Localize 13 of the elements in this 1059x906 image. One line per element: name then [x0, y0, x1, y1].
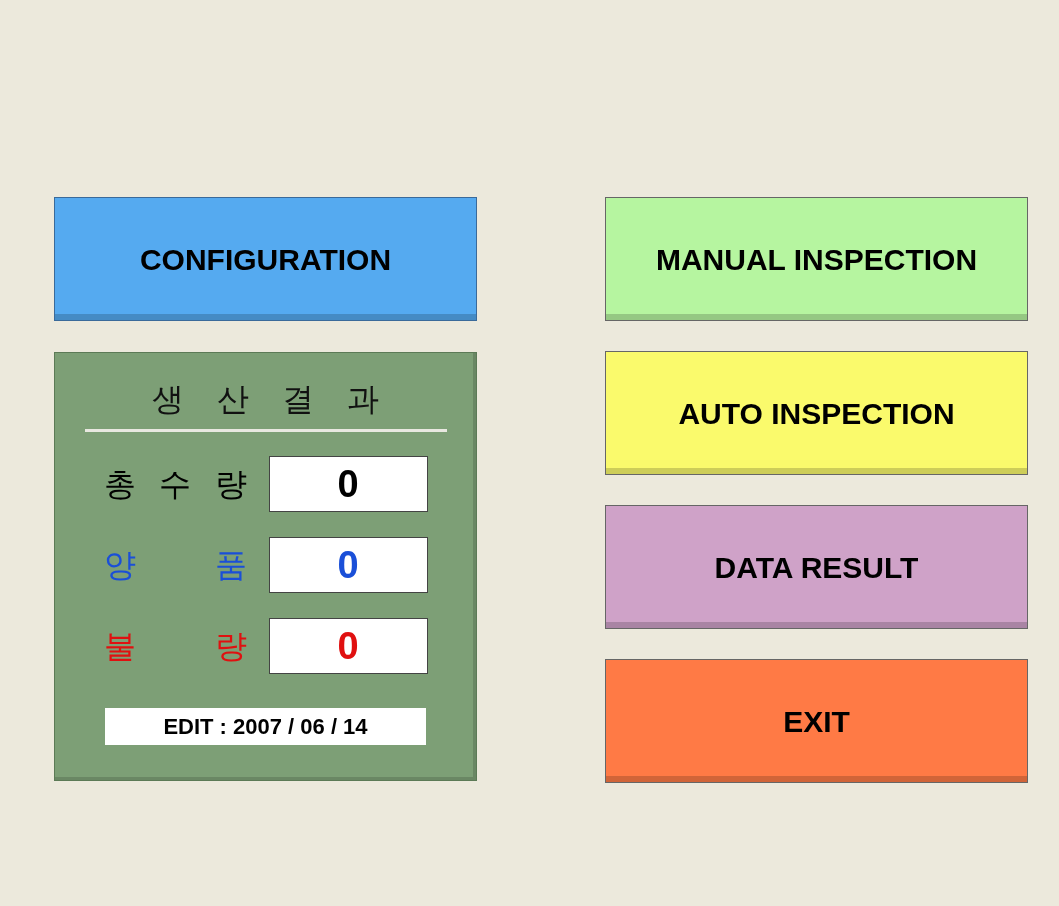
menu-button[interactable]: EXIT: [605, 659, 1028, 783]
counter-value: 0: [268, 456, 428, 512]
menu-button[interactable]: DATA RESULT: [605, 505, 1028, 629]
counter-value: 0: [268, 537, 428, 593]
edit-date: EDIT : 2007 / 06 / 14: [105, 708, 426, 745]
counter-label: 총 수 량: [103, 465, 247, 504]
counter-value: 0: [268, 618, 428, 674]
configuration-button[interactable]: CONFIGURATION: [54, 197, 477, 321]
counter-label: 양 품: [103, 546, 247, 585]
menu-button[interactable]: AUTO INSPECTION: [605, 351, 1028, 475]
menu-button[interactable]: MANUAL INSPECTION: [605, 197, 1028, 321]
panel-title: 생 산 결 과: [151, 380, 391, 419]
counter-label: 불 량: [103, 627, 247, 666]
